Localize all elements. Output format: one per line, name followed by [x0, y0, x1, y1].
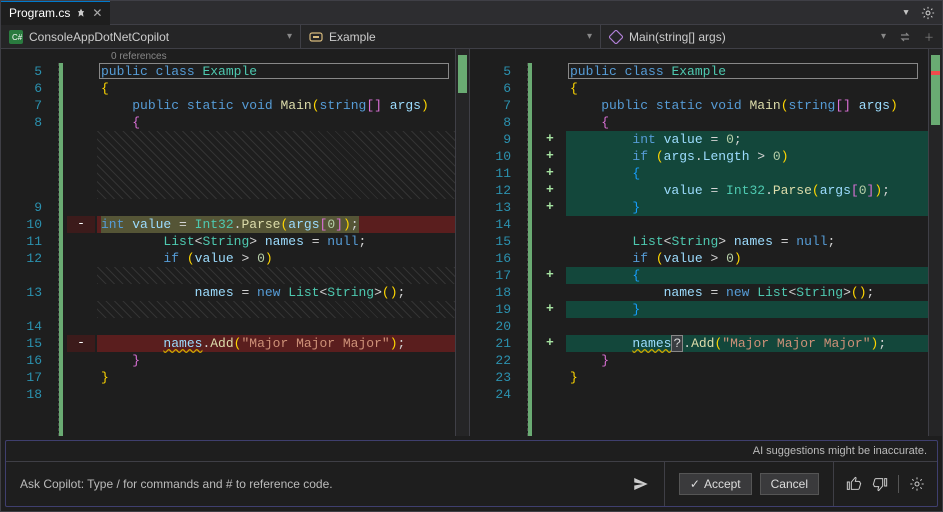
code-line[interactable]: } [566, 369, 942, 386]
svg-text:C#: C# [12, 33, 23, 42]
feedback-icons [833, 462, 937, 506]
suggestion-actions: ✓ Accept Cancel [665, 462, 833, 506]
copilot-panel: AI suggestions might be inaccurate. Ask … [5, 440, 938, 507]
class-icon [309, 30, 323, 44]
dropdown-icon[interactable]: ▾ [898, 5, 914, 21]
code-line[interactable] [97, 386, 469, 403]
code-line[interactable] [97, 318, 469, 335]
code-line[interactable]: { [566, 165, 942, 182]
check-icon: ✓ [690, 477, 700, 491]
copilot-placeholder: Ask Copilot: Type / for commands and # t… [20, 477, 333, 491]
code-line[interactable]: names?.Add("Major Major Major"); [566, 335, 942, 352]
codelens-references[interactable]: 0 references [111, 51, 167, 62]
code-line[interactable]: List<String> names = null; [97, 233, 469, 250]
breadcrumb-class[interactable]: Example ▾ [301, 25, 601, 48]
code-line[interactable]: { [566, 80, 942, 97]
breadcrumb-project-label: ConsoleAppDotNetCopilot [29, 30, 169, 44]
swap-icon[interactable] [898, 30, 912, 44]
code-line[interactable]: } [97, 352, 469, 369]
code-line[interactable] [566, 386, 942, 403]
code-line[interactable]: } [566, 301, 942, 318]
chevron-down-icon: ▾ [287, 31, 292, 42]
code-line[interactable]: } [97, 369, 469, 386]
close-icon[interactable]: ✕ [92, 6, 102, 20]
code-line[interactable]: names = new List<String>(); [97, 284, 469, 301]
chevron-down-icon: ▾ [587, 31, 592, 42]
code-line[interactable]: } [566, 352, 942, 369]
chevron-down-icon: ▾ [881, 31, 886, 42]
csharp-icon: C# [9, 30, 23, 44]
code-line[interactable]: names.Add("Major Major Major"); [97, 335, 469, 352]
ai-warning: AI suggestions might be inaccurate. [6, 441, 937, 462]
diff-markers-left: -- [59, 63, 97, 436]
send-icon[interactable] [632, 475, 650, 493]
gutter-left: 56789101112131415161718 [1, 63, 59, 436]
code-line[interactable]: public class Example [97, 63, 469, 80]
code-line[interactable] [97, 165, 469, 199]
breadcrumb-member[interactable]: Main(string[] args) ▾ ＋ [601, 25, 942, 48]
file-tab[interactable]: Program.cs ✕ [1, 1, 110, 25]
code-line[interactable]: if (args.Length > 0) [566, 148, 942, 165]
copilot-input[interactable]: Ask Copilot: Type / for commands and # t… [6, 462, 665, 506]
cancel-label: Cancel [771, 477, 808, 491]
thumbs-down-icon[interactable] [872, 476, 888, 492]
breadcrumb-class-label: Example [329, 30, 376, 44]
tab-title: Program.cs [9, 6, 70, 20]
cancel-button[interactable]: Cancel [760, 473, 819, 495]
code-line[interactable]: names = new List<String>(); [566, 284, 942, 301]
diff-pane-left: 0 references 56789101112131415161718 -- … [1, 49, 470, 436]
code-line[interactable]: List<String> names = null; [566, 233, 942, 250]
tabbar: Program.cs ✕ ▾ [1, 1, 942, 25]
code-line[interactable] [97, 199, 469, 216]
code-line[interactable]: { [97, 114, 469, 131]
breadcrumb-member-label: Main(string[] args) [629, 30, 726, 44]
settings-icon[interactable] [920, 5, 936, 21]
code-line[interactable]: } [566, 199, 942, 216]
editor-area: 0 references 56789101112131415161718 -- … [1, 49, 942, 436]
code-line[interactable]: public static void Main(string[] args) [566, 97, 942, 114]
diff-markers-right: ++++++++ [528, 63, 566, 436]
breadcrumb-project[interactable]: C# ConsoleAppDotNetCopilot ▾ [1, 25, 301, 48]
code-line[interactable]: { [566, 114, 942, 131]
overview-ruler-right[interactable] [928, 49, 942, 436]
diff-pane-right: 56789101112131415161718192021222324 ++++… [470, 49, 942, 436]
gear-icon[interactable] [909, 476, 925, 492]
accept-label: Accept [704, 477, 741, 491]
overview-ruler-left[interactable] [455, 49, 469, 436]
code-line[interactable]: { [97, 80, 469, 97]
code-line[interactable] [566, 318, 942, 335]
breadcrumb-bar: C# ConsoleAppDotNetCopilot ▾ Example ▾ M… [1, 25, 942, 49]
plus-icon[interactable]: ＋ [924, 29, 934, 44]
code-left[interactable]: public class Example{ public static void… [97, 63, 469, 436]
pin-icon[interactable] [76, 8, 86, 18]
code-line[interactable] [97, 267, 469, 284]
code-line[interactable]: value = Int32.Parse(args[0]); [566, 182, 942, 199]
code-line[interactable] [97, 131, 469, 165]
code-line[interactable]: { [566, 267, 942, 284]
code-line[interactable]: if (value > 0) [97, 250, 469, 267]
code-line[interactable]: public class Example [566, 63, 942, 80]
code-line[interactable]: public static void Main(string[] args) [97, 97, 469, 114]
code-line[interactable]: int value = 0; [566, 131, 942, 148]
method-icon [609, 30, 623, 44]
code-line[interactable]: int value = Int32.Parse(args[0]); [97, 216, 469, 233]
code-right[interactable]: public class Example{ public static void… [566, 63, 942, 436]
code-line[interactable] [566, 216, 942, 233]
divider [898, 475, 899, 493]
code-line[interactable]: if (value > 0) [566, 250, 942, 267]
accept-button[interactable]: ✓ Accept [679, 473, 752, 495]
code-line[interactable] [97, 301, 469, 318]
thumbs-up-icon[interactable] [846, 476, 862, 492]
gutter-right: 56789101112131415161718192021222324 [470, 63, 528, 436]
